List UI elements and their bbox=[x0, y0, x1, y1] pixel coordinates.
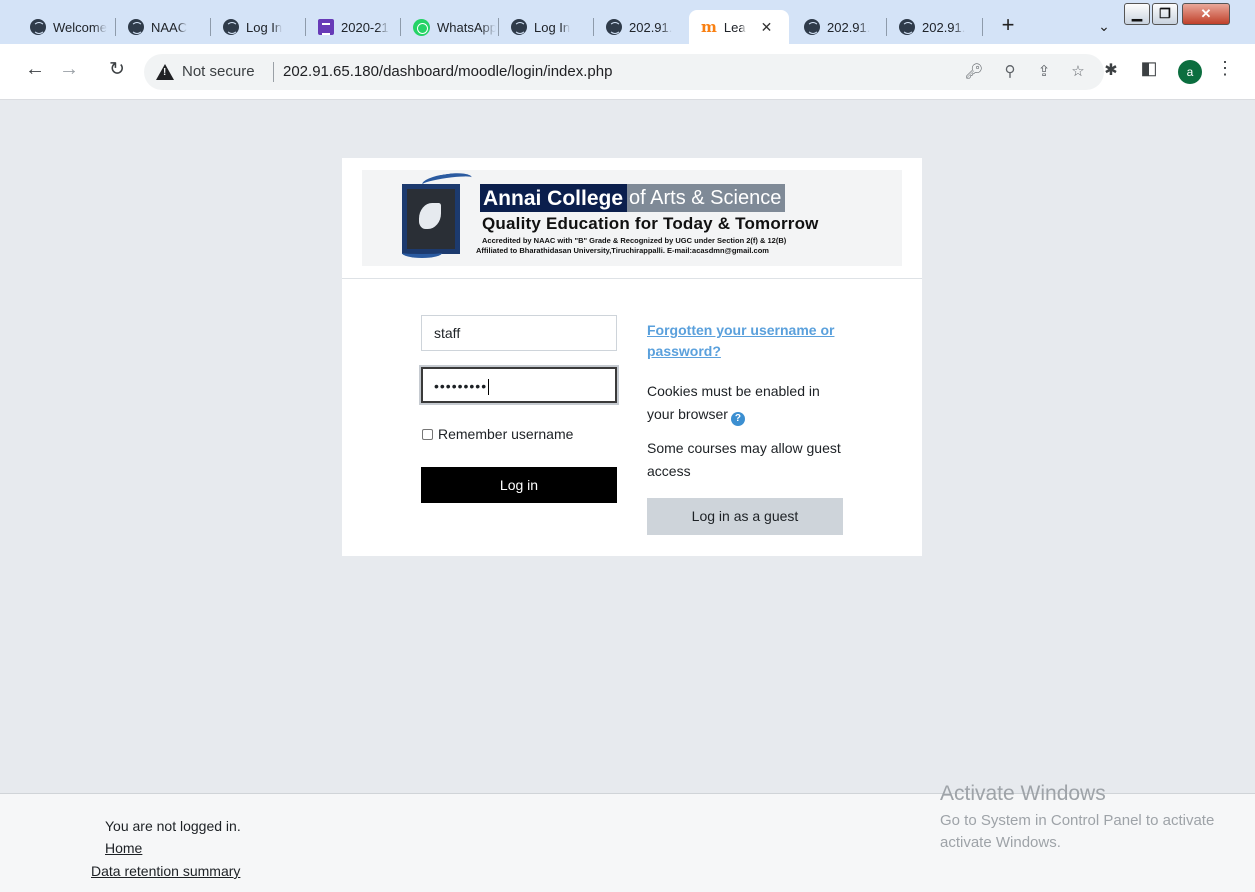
college-tagline: Quality Education for Today & Tomorrow bbox=[482, 214, 819, 233]
tab-label: 202.91. bbox=[922, 19, 966, 35]
tab-search-chevron-icon[interactable]: ⌄ bbox=[1092, 14, 1116, 38]
close-window-button[interactable]: ✕ bbox=[1182, 3, 1230, 25]
log-in-button[interactable]: Log in bbox=[421, 467, 617, 503]
globe-icon bbox=[223, 19, 239, 35]
cookies-note: Cookies must be enabled in your browser? bbox=[647, 380, 847, 426]
new-tab-button[interactable]: + bbox=[996, 14, 1020, 38]
college-logo-banner: Annai College of Arts & Science Quality … bbox=[362, 170, 902, 266]
restore-button[interactable]: ❐ bbox=[1152, 3, 1178, 25]
browser-tab[interactable]: 202.91. bbox=[594, 10, 686, 44]
browser-tab[interactable]: Log In bbox=[211, 10, 303, 44]
browser-toolbar: ← → ↻ Not secure 202.91.65.180/dashboard… bbox=[0, 44, 1255, 100]
warning-triangle-icon[interactable] bbox=[156, 64, 174, 80]
not-logged-in-text: You are not logged in. bbox=[105, 818, 241, 834]
not-secure-label[interactable]: Not secure bbox=[182, 63, 255, 80]
browser-tab[interactable]: 202.91. bbox=[792, 10, 884, 44]
address-bar[interactable]: Not secure 202.91.65.180/dashboard/moodl… bbox=[144, 54, 1104, 90]
url-text[interactable]: 202.91.65.180/dashboard/moodle/login/ind… bbox=[283, 63, 612, 80]
college-name: Annai College of Arts & Science bbox=[480, 184, 786, 212]
bird-logo-icon bbox=[402, 248, 442, 258]
forgot-credentials-link[interactable]: Forgotten your username or password? bbox=[647, 320, 847, 362]
key-icon[interactable]: 🔑︎ bbox=[964, 62, 984, 80]
bookmark-star-icon[interactable]: ☆ bbox=[1068, 62, 1088, 80]
close-tab-icon[interactable]: ✕ bbox=[761, 19, 773, 36]
watermark-subtitle: activate Windows. bbox=[940, 834, 1061, 851]
google-forms-icon bbox=[318, 19, 334, 35]
browser-tab[interactable]: 202.91. bbox=[887, 10, 979, 44]
tab-label: Log In bbox=[246, 19, 283, 35]
profile-avatar[interactable]: a bbox=[1178, 60, 1202, 84]
college-name-primary: Annai College bbox=[480, 184, 628, 212]
password-input[interactable]: ••••••••• bbox=[421, 367, 617, 403]
browser-tab[interactable]: Log In bbox=[499, 10, 591, 44]
password-dots: ••••••••• bbox=[434, 378, 488, 394]
tab-label: WhatsApp bbox=[437, 19, 496, 35]
browser-tab[interactable]: 2020-21 bbox=[306, 10, 398, 44]
browser-tab[interactable]: NAAC bbox=[116, 10, 208, 44]
tab-label: NAAC bbox=[151, 19, 188, 35]
college-name-secondary: of Arts & Science bbox=[627, 184, 786, 212]
browser-tab-active[interactable]: m Lea ✕ bbox=[689, 10, 789, 44]
extensions-puzzle-icon[interactable]: ✱ bbox=[1100, 60, 1122, 80]
zoom-icon[interactable]: ⚲ bbox=[1000, 62, 1020, 80]
tab-separator bbox=[982, 18, 983, 36]
tab-label: 202.91. bbox=[629, 19, 673, 35]
remember-username-checkbox[interactable] bbox=[422, 428, 433, 440]
tab-label: Welcome bbox=[53, 19, 107, 35]
activate-windows-watermark: Activate Windows Go to System in Control… bbox=[940, 782, 1255, 854]
remember-username-label[interactable]: Remember username bbox=[438, 426, 573, 442]
text-caret bbox=[488, 379, 490, 396]
help-icon[interactable]: ? bbox=[730, 412, 745, 426]
college-emblem bbox=[402, 184, 460, 254]
browser-tab-strip: Welcome NAAC Log In 2020-21 WhatsApp Log… bbox=[0, 0, 1255, 44]
globe-icon bbox=[804, 19, 820, 35]
back-arrow-icon[interactable]: ← bbox=[22, 58, 48, 81]
tab-label: 202.91. bbox=[827, 19, 871, 35]
tab-label: 2020-21 bbox=[341, 19, 389, 35]
login-card: Annai College of Arts & Science Quality … bbox=[342, 158, 922, 556]
accreditation-text: Accredited by NAAC with "B" Grade & Reco… bbox=[482, 236, 787, 245]
reload-icon[interactable]: ↻ bbox=[104, 58, 130, 81]
globe-icon bbox=[30, 19, 46, 35]
guest-access-note: Some courses may allow guest access bbox=[647, 440, 841, 479]
minimize-button[interactable]: ▁ bbox=[1124, 3, 1150, 25]
remember-username[interactable]: Remember username bbox=[422, 426, 573, 442]
globe-icon bbox=[128, 19, 144, 35]
side-panel-icon[interactable]: ◧ bbox=[1138, 58, 1160, 79]
watermark-subtitle: Go to System in Control Panel to activat… bbox=[940, 812, 1215, 829]
browser-tab[interactable]: Welcome bbox=[18, 10, 113, 44]
browser-tab[interactable]: WhatsApp bbox=[401, 10, 496, 44]
globe-icon bbox=[606, 19, 622, 35]
menu-kebab-icon[interactable]: ⋮ bbox=[1214, 58, 1236, 79]
whatsapp-icon bbox=[413, 18, 430, 36]
home-link[interactable]: Home bbox=[105, 840, 142, 856]
forward-arrow-icon[interactable]: → bbox=[56, 58, 82, 81]
log-in-as-guest-button[interactable]: Log in as a guest bbox=[647, 498, 843, 535]
card-divider bbox=[342, 278, 922, 279]
username-input[interactable]: staff bbox=[421, 315, 617, 351]
moodle-icon: m bbox=[701, 18, 717, 36]
url-separator bbox=[273, 62, 274, 82]
globe-icon bbox=[899, 19, 915, 35]
tab-label: Lea bbox=[723, 19, 746, 35]
affiliation-text: Affiliated to Bharathidasan University,T… bbox=[476, 246, 769, 255]
tab-label: Log In bbox=[534, 19, 571, 35]
watermark-title: Activate Windows bbox=[940, 782, 1106, 805]
data-retention-summary-link[interactable]: Data retention summary bbox=[91, 863, 240, 879]
share-icon[interactable]: ⇪ bbox=[1034, 62, 1054, 80]
globe-icon bbox=[511, 19, 527, 35]
